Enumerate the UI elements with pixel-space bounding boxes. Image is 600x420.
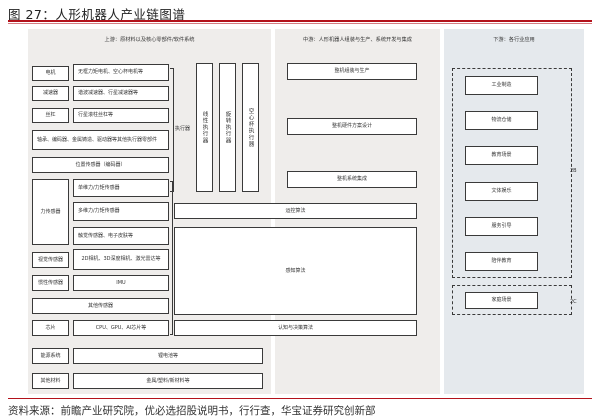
actuator-rotary: 旋转执行器 (219, 63, 236, 192)
algorithm-motion-control: 运控算法 (174, 203, 417, 219)
category-vision-sensor: 视觉传感器 (32, 252, 69, 268)
down-entertainment: 文体娱乐 (465, 182, 538, 201)
down-logistics: 物流仓储 (465, 111, 538, 130)
item-other-sensors: 其他传感器 (32, 298, 169, 314)
item-other-actuator-parts: 轴承、编码器、金属铸造、驱动器等其他执行器零部件 (32, 130, 169, 150)
upstream-title: 上游：原材料以及核心零部件/软件系统 (104, 37, 195, 43)
item-reducer: 谐波减速器、行星减速器等 (73, 86, 169, 101)
tag-2c: 2C (570, 299, 577, 305)
category-reducer: 减速器 (32, 86, 69, 101)
item-tactile: 触觉传感器、电子皮肤等 (73, 227, 169, 245)
title-rule-thin (8, 23, 592, 24)
mid-system-integration: 整机系统集成 (287, 171, 417, 188)
category-material: 其他材料 (32, 373, 69, 389)
algorithm-cognition: 认知与决策算法 (174, 320, 417, 336)
category-screw: 丝杠 (32, 108, 69, 123)
category-motor: 电机 (32, 66, 69, 81)
item-vision: 2D相机、3D深度相机、激光雷达等 (73, 249, 169, 270)
source-note: 资料来源：前瞻产业研究院，优必选招股说明书，行行查，华宝证券研究创新部 (8, 405, 376, 417)
mid-assembly: 整机组装与生产 (287, 63, 417, 80)
category-chip: 芯片 (32, 320, 69, 336)
mid-hardware-design: 整机硬件方案设计 (287, 118, 417, 135)
actuator-brace (170, 68, 174, 192)
down-household: 家庭场景 (465, 292, 538, 309)
footer-rule (8, 398, 592, 399)
item-imu: IMU (73, 275, 169, 291)
actuator-coreless: 空心杯执行器 (242, 63, 259, 192)
title-rule (8, 20, 592, 22)
item-position-sensor: 位置传感器（编码器） (32, 157, 169, 173)
sensor-brace (170, 181, 173, 335)
midstream-title: 中游：人形机器人组装与生产、系统开发与集成 (303, 37, 412, 43)
down-education: 教育场景 (465, 146, 538, 165)
down-guidance: 服务引导 (465, 217, 538, 236)
item-energy: 锂电池等 (73, 348, 263, 364)
item-multi-force: 多维力/力矩传感器 (73, 202, 169, 221)
item-material: 金属/塑料/新材料等 (73, 373, 263, 389)
item-motor: 无框力矩电机、空心杯电机等 (73, 64, 169, 81)
downstream-2b-group (452, 68, 572, 278)
down-industrial: 工业制造 (465, 76, 538, 95)
category-energy: 能源系统 (32, 348, 69, 364)
category-inertial-sensor: 惯性传感器 (32, 275, 69, 291)
algorithm-perception: 感知算法 (174, 227, 417, 315)
actuator-label: 执行器 (175, 126, 191, 132)
item-screw: 行星滚柱丝杠等 (73, 108, 169, 123)
actuator-linear: 线性执行器 (196, 63, 213, 192)
item-single-force: 单维力/力矩传感器 (73, 179, 169, 197)
down-companion: 陪伴教育 (465, 252, 538, 271)
item-chip: CPU、GPU、AI芯片等 (73, 320, 169, 336)
category-force-sensor: 力传感器 (32, 179, 69, 245)
downstream-title: 下游：各行业应用 (493, 37, 535, 43)
tag-2b: 2B (570, 168, 577, 174)
